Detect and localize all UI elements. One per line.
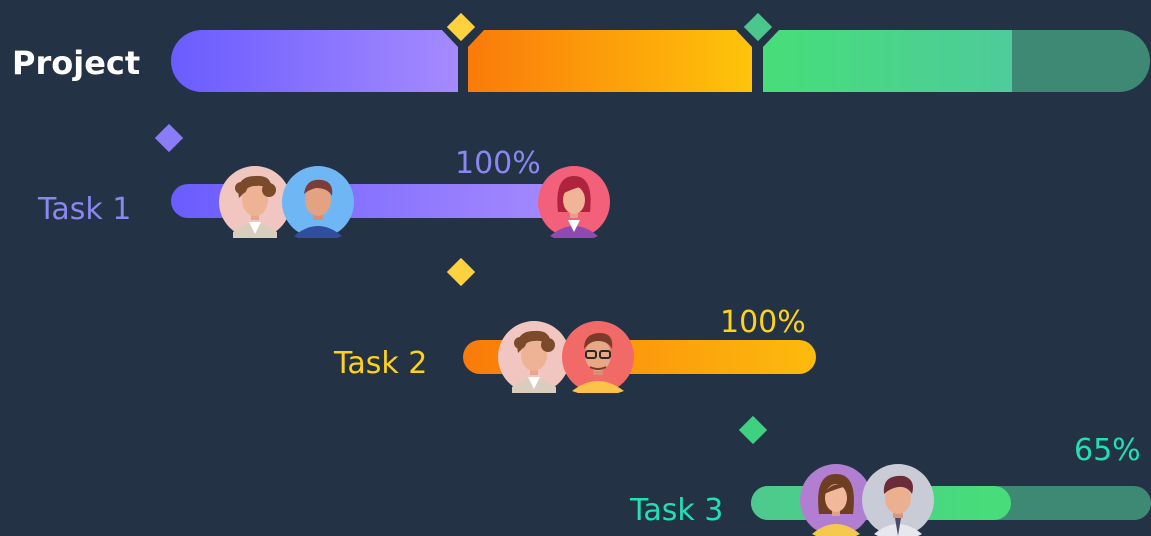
avatar-woman-brown-hair [800, 464, 872, 536]
task-1-milestone [154, 123, 184, 153]
task-2-row: Task 2 100% [333, 257, 816, 393]
task-1-label: Task 1 [37, 192, 131, 227]
task-1-percent: 100% [455, 146, 541, 181]
project-segment-2 [468, 30, 752, 92]
avatar-curly-hair-woman [498, 321, 570, 393]
avatar-curly-hair-woman [219, 166, 291, 238]
avatar-man-glasses [562, 321, 634, 393]
task-3-milestone [738, 415, 768, 445]
task-2-label: Task 2 [333, 346, 427, 381]
task-3-label: Task 3 [629, 493, 723, 528]
project-segment-3 [763, 30, 1012, 92]
gantt-chart: Project Task 1 100% Task 2 100% Task 3 6… [0, 0, 1151, 536]
avatar-man-blue-shirt [282, 166, 354, 238]
project-milestone-1 [446, 12, 476, 42]
project-row: Project [12, 12, 1150, 92]
project-segment-1 [171, 30, 458, 92]
task-3-row: Task 3 65% [629, 415, 1151, 536]
task-3-percent: 65% [1074, 433, 1141, 468]
avatar-man-tie [862, 464, 934, 536]
gantt-chart-svg: Project Task 1 100% Task 2 100% Task 3 6… [12, 12, 1151, 536]
project-label: Project [12, 44, 140, 82]
project-remaining-track [1012, 30, 1150, 92]
task-2-percent: 100% [720, 305, 806, 340]
task-2-milestone [446, 257, 476, 287]
avatar-woman-red-hair [538, 166, 610, 238]
task-1-row: Task 1 100% [37, 123, 610, 238]
project-milestone-2 [743, 12, 773, 42]
